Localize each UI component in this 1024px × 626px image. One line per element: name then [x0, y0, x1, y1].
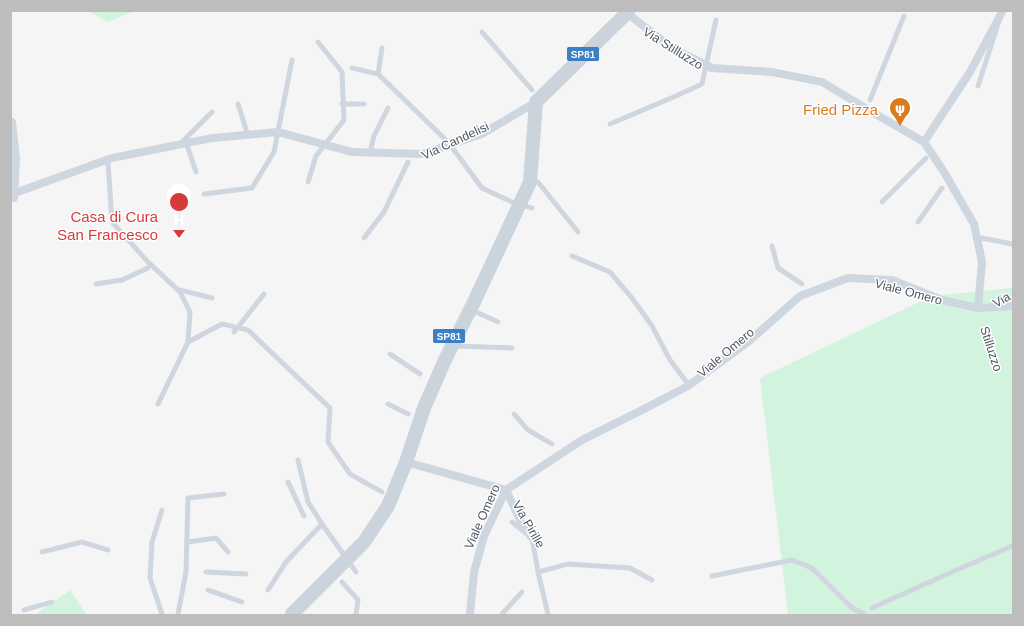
north-east-road [920, 12, 1006, 146]
street-label-viale-omero-east: Viale Omero [873, 276, 944, 307]
poi-restaurant-name: Fried Pizza [803, 102, 879, 119]
route-shield-top-label: SP81 [571, 50, 596, 61]
poi-hospital[interactable]: Casa di Cura San Francesco H [56, 184, 192, 246]
route-shield-middle-label: SP81 [437, 332, 462, 343]
map-view[interactable]: SP81 SP81 Via Stilluzzo Via Candelisi Vi… [12, 12, 1012, 614]
poi-hospital-name-line2: San Francesco [57, 227, 158, 244]
route-shield-middle: SP81 [433, 329, 465, 343]
street-label-via-stilluzzo: Via Stilluzzo [640, 25, 705, 73]
west-edge-road [12, 118, 20, 202]
hospital-icon-glyph: H [174, 214, 185, 229]
park-area-north [90, 12, 132, 22]
route-shield-top: SP81 [567, 47, 599, 61]
map-canvas[interactable]: SP81 SP81 Via Stilluzzo Via Candelisi Vi… [12, 12, 1012, 614]
poi-hospital-name-line1: Casa di Cura [70, 209, 158, 226]
hospital-icon[interactable]: H [167, 184, 192, 242]
restaurant-icon-glyph: ψ [895, 102, 905, 117]
street-label-viale-omero-middle: Viale Omero [695, 325, 757, 380]
